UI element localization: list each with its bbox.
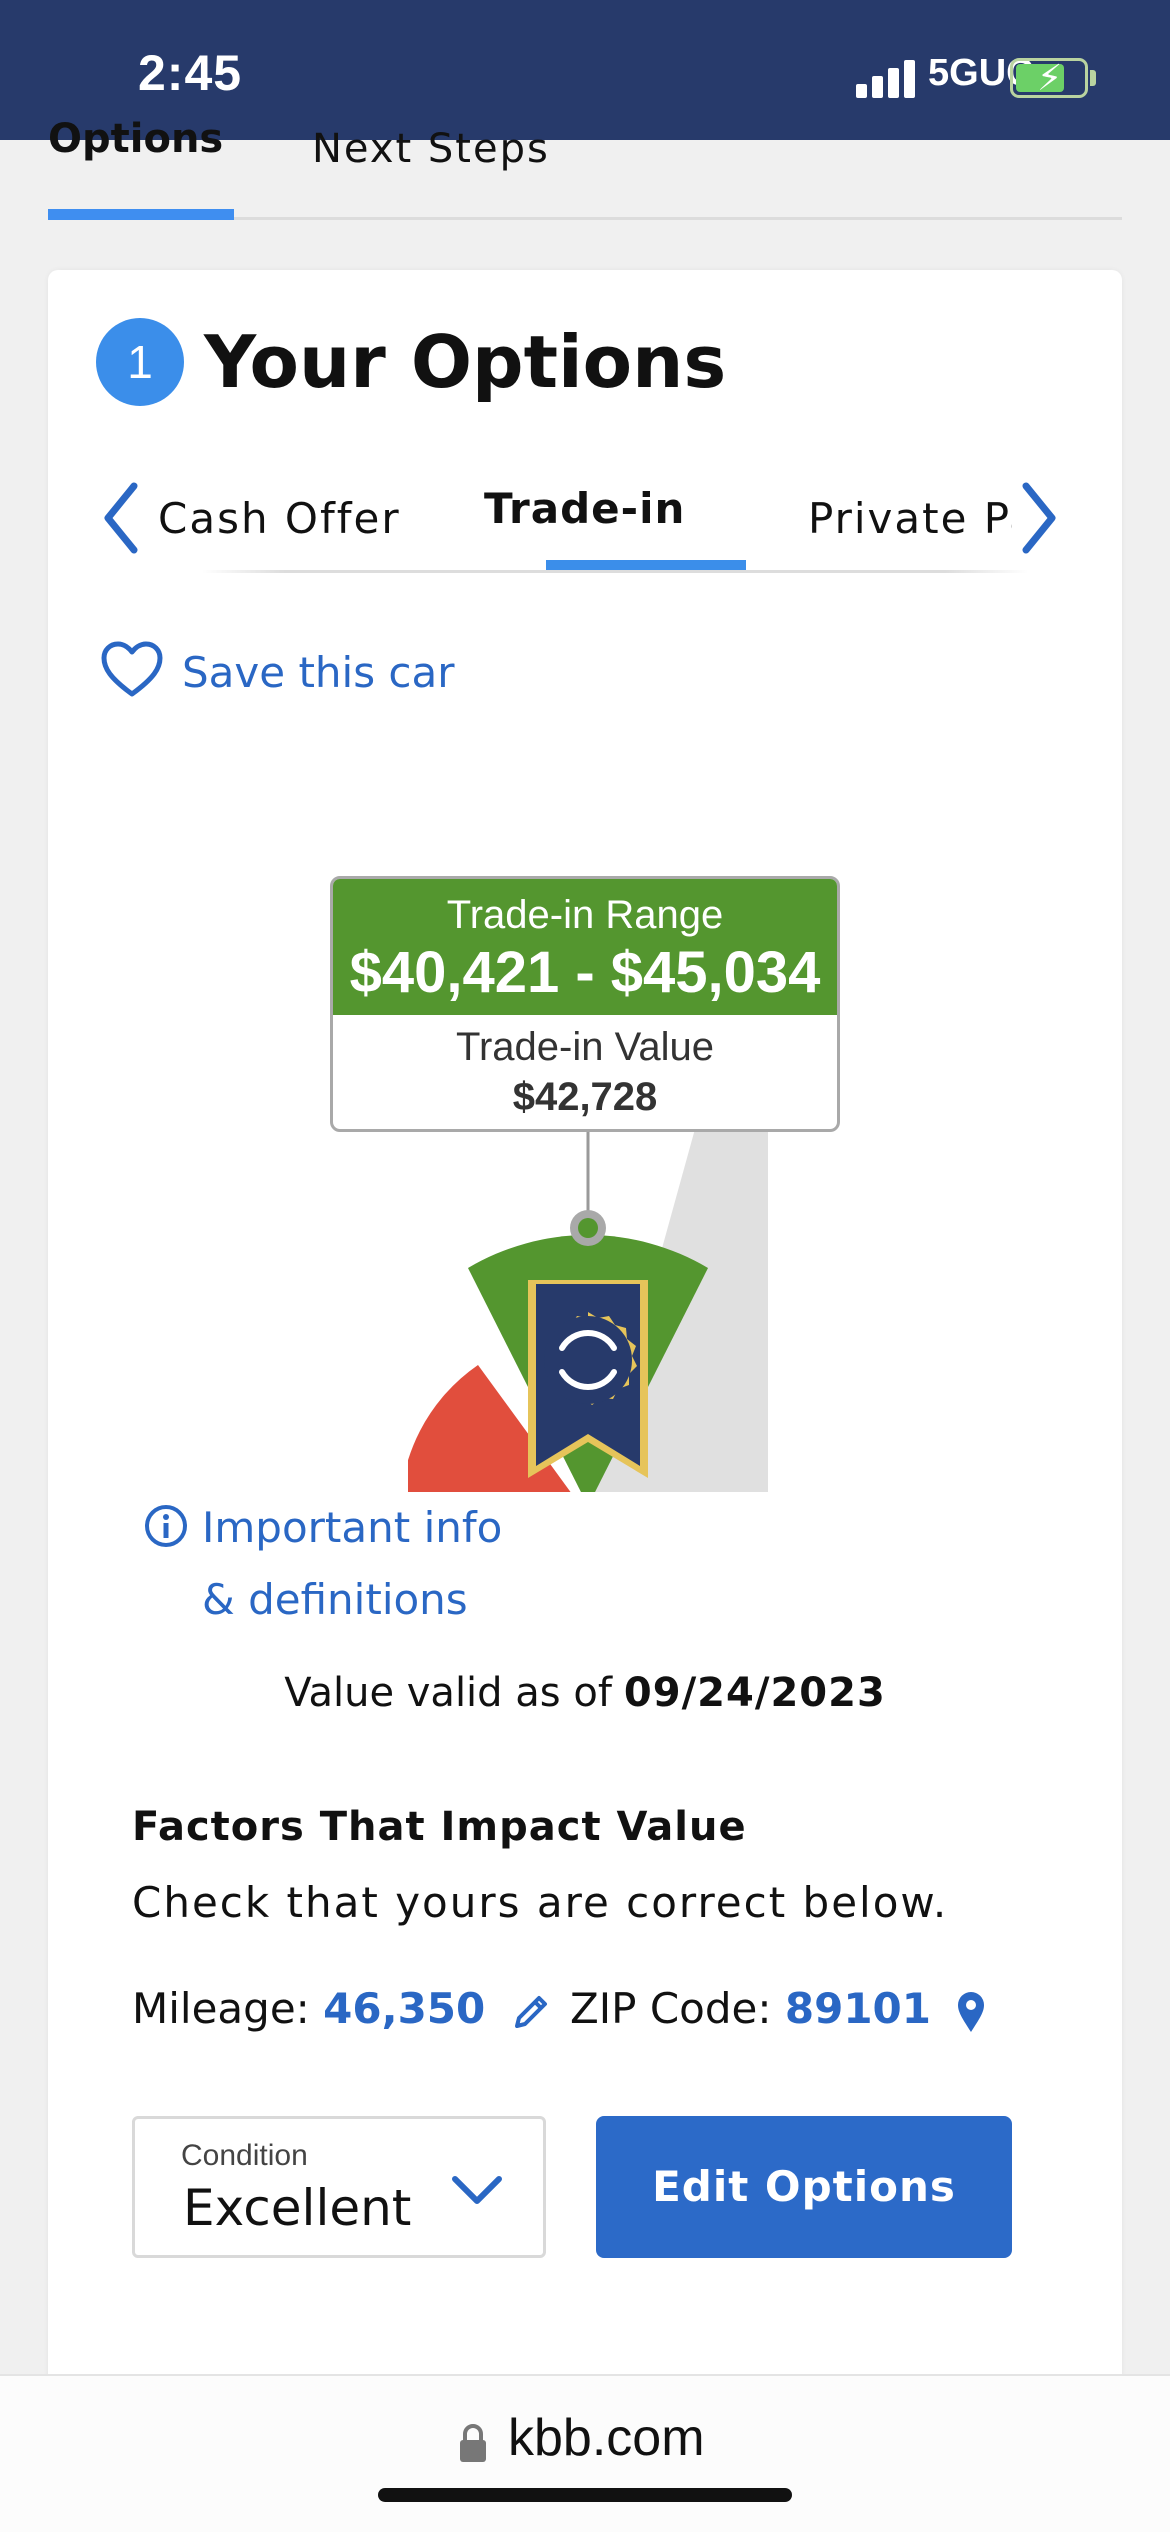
active-option-indicator: [546, 560, 746, 570]
trade-in-value: $42,728: [512, 1075, 658, 1119]
condition-select[interactable]: Condition Excellent: [132, 2116, 546, 2258]
range-value: $40,421 - $45,034: [349, 940, 821, 1005]
valid-date: 09/24/2023: [623, 1670, 886, 1716]
save-car-label: Save this car: [182, 648, 455, 697]
zip-row[interactable]: ZIP Code: 89101: [570, 1984, 986, 2034]
condition-label: Condition: [181, 2139, 308, 2172]
info-link-line1: Important info: [202, 1503, 503, 1552]
home-indicator: [378, 2488, 792, 2502]
heart-icon: [101, 641, 163, 697]
mileage-label: Mileage:: [132, 1984, 310, 2033]
value-valid-date: Value valid as of 09/24/2023: [48, 1670, 1122, 1716]
zip-label: ZIP Code:: [570, 1984, 772, 2033]
battery-icon: ⚡: [1010, 58, 1088, 99]
options-card: 1 Your Options Cash Offer Trade-in Priva…: [48, 270, 1122, 2532]
value-gauge: [408, 1132, 768, 1492]
zip-value[interactable]: 89101: [785, 1984, 931, 2033]
edit-options-button[interactable]: Edit Options: [596, 2116, 1012, 2258]
condition-value: Excellent: [183, 2179, 412, 2237]
tab-private-party[interactable]: Private Party: [808, 494, 1012, 543]
info-link-line2: & definitions: [202, 1575, 468, 1624]
mileage-value[interactable]: 46,350: [323, 1984, 485, 2033]
url-text: kbb.com: [508, 2409, 705, 2467]
range-label: Trade-in Range: [446, 893, 724, 937]
chevron-right-icon[interactable]: [1014, 478, 1062, 558]
factors-subtitle: Check that yours are correct below.: [132, 1878, 949, 1927]
status-time: 2:45: [138, 45, 243, 101]
section-tabs: Options Next Steps: [48, 116, 1122, 220]
signal-icon: [856, 60, 916, 98]
info-icon: [145, 1505, 187, 1547]
tab-options[interactable]: Options: [48, 116, 223, 162]
page-title: Your Options: [204, 320, 727, 404]
active-tab-indicator: [48, 209, 234, 220]
browser-url-bar[interactable]: kbb.com: [0, 2374, 1170, 2532]
tab-next-steps[interactable]: Next Steps: [312, 126, 550, 172]
value-label: Trade-in Value: [456, 1025, 714, 1069]
factors-title: Factors That Impact Value: [132, 1804, 747, 1850]
lock-icon: [460, 2424, 486, 2462]
mileage-row[interactable]: Mileage: 46,350: [132, 1984, 551, 2033]
chevron-down-icon: [452, 2176, 502, 2204]
step-number-badge: 1: [96, 318, 184, 406]
option-tabs: Cash Offer Trade-in Private Party: [96, 450, 1076, 573]
chevron-left-icon[interactable]: [98, 478, 146, 558]
pencil-icon[interactable]: [511, 1992, 551, 2032]
tab-trade-in[interactable]: Trade-in: [484, 484, 685, 533]
trade-in-value-box: Trade-in Range $40,421 - $45,034 Trade-i…: [330, 876, 840, 1132]
tab-cash-offer[interactable]: Cash Offer: [158, 494, 401, 543]
location-pin-icon[interactable]: [956, 1990, 986, 2034]
valid-label: Value valid as of: [284, 1670, 612, 1716]
